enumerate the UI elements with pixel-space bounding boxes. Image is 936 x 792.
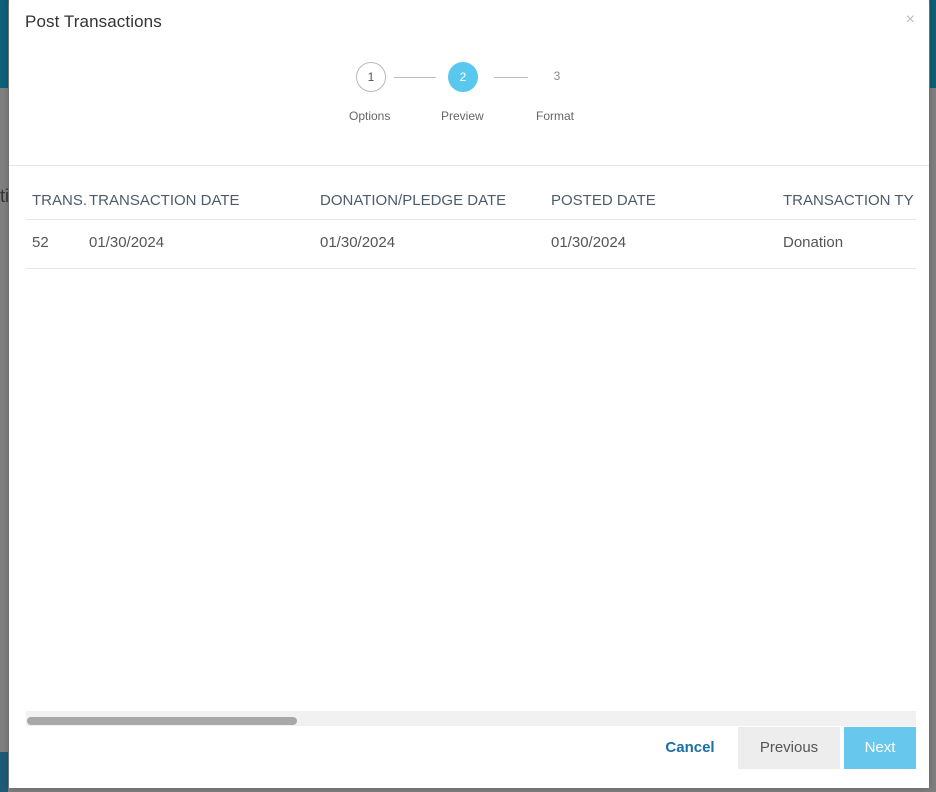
background-header-right <box>930 0 936 88</box>
background-text: ti <box>0 186 8 206</box>
column-header-trans[interactable]: TRANS. <box>32 192 87 209</box>
step-3-label: Format <box>536 109 575 123</box>
post-transactions-modal: Post Transactions × 1 2 3 Options Previe… <box>9 0 929 788</box>
cell-donation-pledge-date: 01/30/2024 <box>320 234 396 251</box>
cancel-button[interactable]: Cancel <box>652 727 728 769</box>
horizontal-scrollbar[interactable] <box>26 711 916 726</box>
table-header: TRANS. TRANSACTION DATE DONATION/PLEDGE … <box>26 166 916 220</box>
step-2-circle[interactable]: 2 <box>448 62 478 92</box>
background-header-left <box>0 0 8 88</box>
step-connector <box>494 77 528 78</box>
cell-trans: 52 <box>32 234 49 251</box>
preview-table: TRANS. TRANSACTION DATE DONATION/PLEDGE … <box>26 166 916 711</box>
scrollbar-thumb[interactable] <box>27 717 297 725</box>
column-header-donation-pledge-date[interactable]: DONATION/PLEDGE DATE <box>320 192 506 209</box>
cell-transaction-date: 01/30/2024 <box>89 234 165 251</box>
column-header-transaction-type[interactable]: TRANSACTION TY <box>783 192 914 209</box>
column-header-transaction-date[interactable]: TRANSACTION DATE <box>89 192 240 209</box>
step-2-label: Preview <box>441 109 484 123</box>
step-1-label: Options <box>349 109 391 123</box>
table-row[interactable]: 52 01/30/2024 01/30/2024 01/30/2024 Dona… <box>26 220 916 269</box>
next-button[interactable]: Next <box>844 727 916 769</box>
column-header-posted-date[interactable]: POSTED DATE <box>551 192 656 209</box>
step-3-circle[interactable]: 3 <box>542 62 572 92</box>
previous-button[interactable]: Previous <box>738 727 840 769</box>
background-footer-left <box>0 752 8 792</box>
step-1-circle[interactable]: 1 <box>356 62 386 92</box>
cell-posted-date: 01/30/2024 <box>551 234 627 251</box>
wizard-stepper: 1 2 3 Options Preview Format <box>9 0 929 140</box>
cell-transaction-type: Donation <box>783 234 844 251</box>
step-connector <box>394 77 436 78</box>
